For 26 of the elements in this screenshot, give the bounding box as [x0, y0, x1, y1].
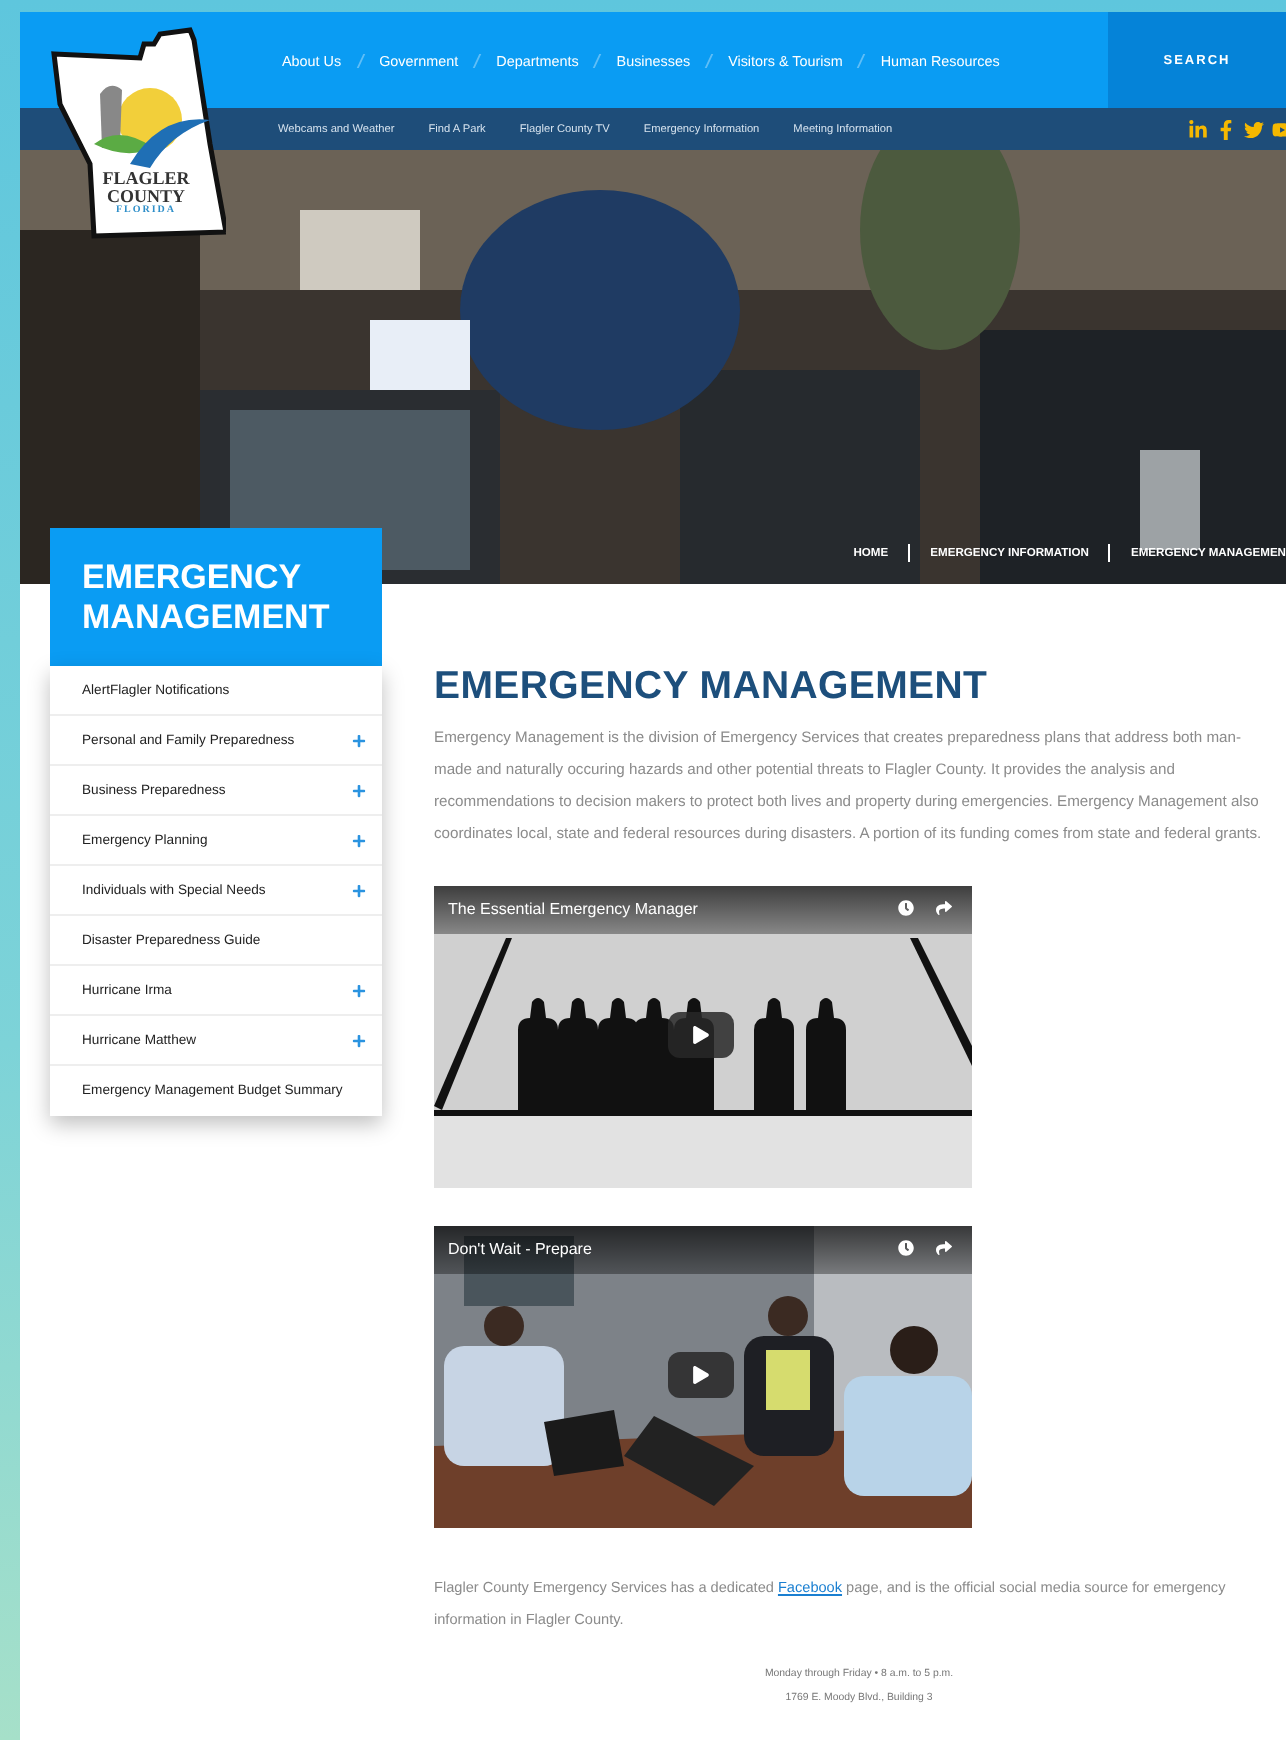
video-player[interactable]: Don't Wait - Prepare: [434, 1226, 972, 1528]
play-button[interactable]: [668, 1012, 734, 1058]
video-player[interactable]: The Essential Emergency Manager: [434, 886, 972, 1188]
plus-icon[interactable]: [352, 833, 366, 847]
play-button[interactable]: [668, 1352, 734, 1398]
logo-text: COUNTY: [106, 188, 185, 206]
plus-icon[interactable]: [352, 1033, 366, 1047]
clock-icon[interactable]: [898, 900, 914, 916]
plus-icon[interactable]: [352, 733, 366, 747]
video-title: Don't Wait - Prepare: [448, 1240, 592, 1258]
twitter-icon[interactable]: [1244, 119, 1264, 139]
plus-icon[interactable]: [352, 983, 366, 997]
linkedin-icon[interactable]: [1188, 119, 1208, 139]
play-icon: [692, 1026, 710, 1044]
video-title: The Essential Emergency Manager: [448, 900, 698, 918]
facebook-icon[interactable]: [1216, 119, 1236, 139]
plus-icon[interactable]: [352, 783, 366, 797]
play-icon: [692, 1366, 710, 1384]
page-title: EMERGENCY MANAGEMENT: [434, 664, 990, 710]
plus-icon[interactable]: [352, 883, 366, 897]
logo-text: FLAGLER: [102, 170, 190, 188]
share-icon[interactable]: [936, 900, 952, 916]
share-icon[interactable]: [936, 1240, 952, 1256]
clock-icon[interactable]: [898, 1240, 914, 1256]
youtube-icon[interactable]: [1272, 119, 1286, 139]
sidebar-title: EMERGENCY MANAGEMENT: [82, 558, 332, 638]
